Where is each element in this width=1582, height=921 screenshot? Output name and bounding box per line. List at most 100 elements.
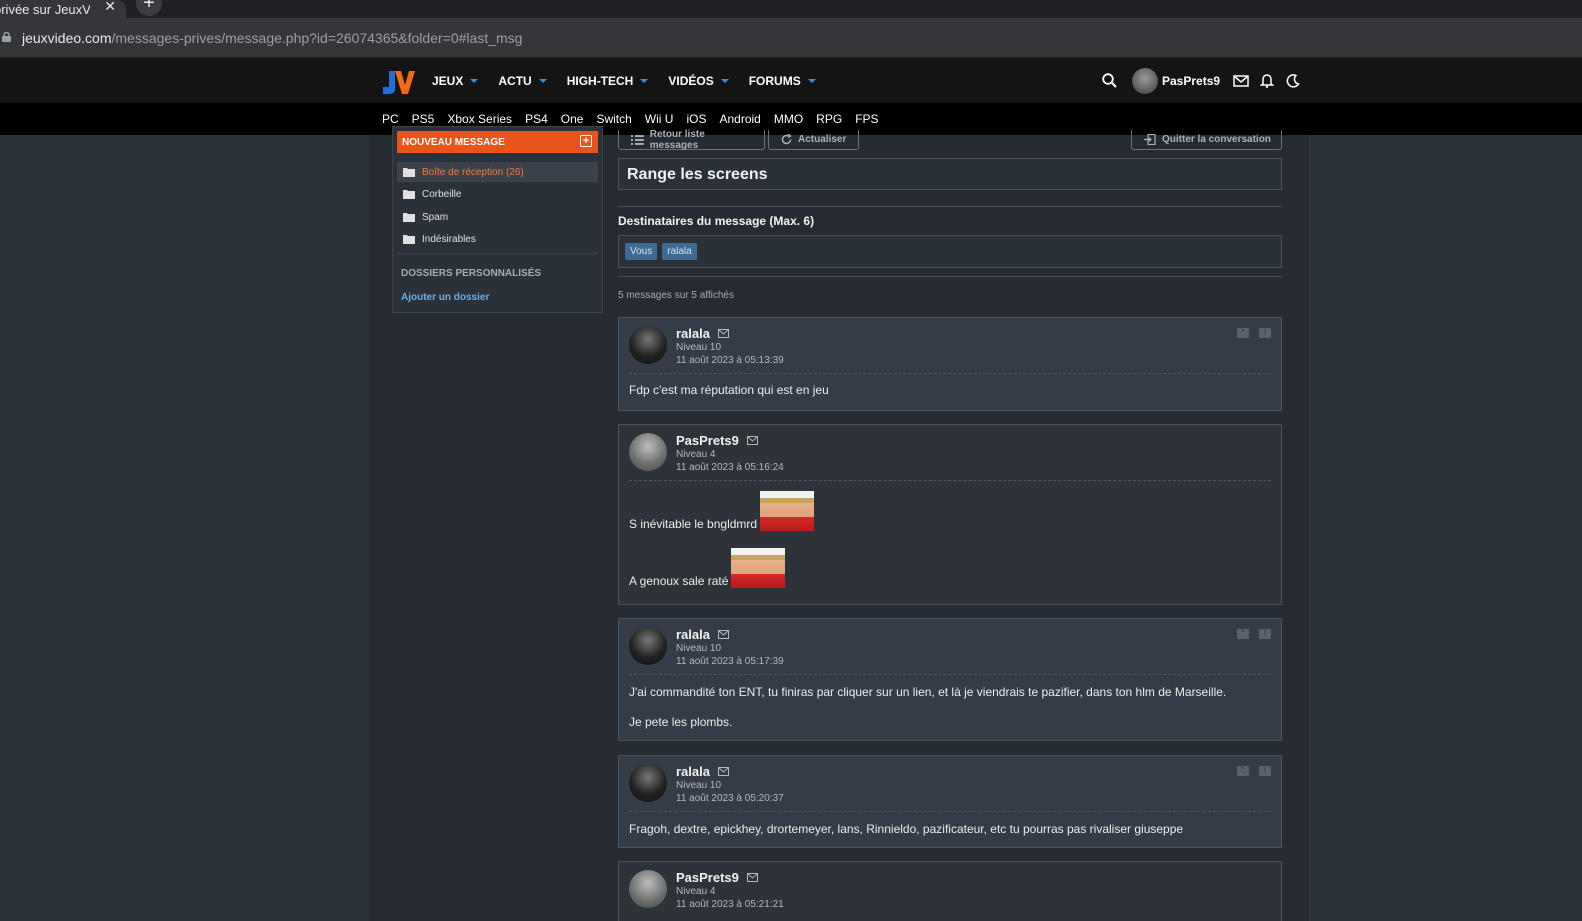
message-text: J'ai commandité ton ENT, tu finiras par …	[629, 685, 1227, 699]
menu-jeux[interactable]: JEUX	[432, 74, 479, 88]
menu-videos[interactable]: VIDÉOS	[668, 73, 729, 88]
recipient-chip[interactable]: ralala	[662, 243, 697, 260]
avatar[interactable]	[629, 326, 667, 364]
browser-tab[interactable]: privée sur JeuxVid ✕	[0, 0, 126, 18]
message-date: 11 août 2023 à 05:17:39	[676, 656, 784, 667]
message-text: Fragoh, dextre, epickhey, drortemeyer, l…	[629, 822, 1184, 836]
recipient-chip[interactable]: Vous	[625, 243, 658, 260]
divider	[629, 480, 1271, 481]
message-card: ralala Niveau 10 11 août 2023 à 05:20:37…	[618, 755, 1282, 848]
platform-one[interactable]: One	[561, 112, 584, 126]
mail-icon[interactable]	[1232, 72, 1250, 90]
message-text: Je pete les plombs.	[629, 715, 733, 729]
platform-android[interactable]: Android	[719, 112, 760, 126]
chevron-down-icon	[807, 78, 816, 83]
mail-icon[interactable]	[718, 767, 729, 776]
message-date: 11 août 2023 à 05:16:24	[676, 462, 784, 473]
quote-icon[interactable]: "	[1237, 629, 1249, 639]
refresh-label: Actualiser	[798, 134, 847, 145]
report-icon[interactable]: !	[1259, 629, 1271, 639]
menu-label: HIGH-TECH	[566, 73, 634, 88]
folder-icon	[403, 235, 415, 244]
divider	[618, 276, 1282, 277]
menu-forums[interactable]: FORUMS	[749, 74, 816, 88]
message-card: PasPrets9 Niveau 4 11 août 2023 à 05:21:…	[618, 861, 1282, 921]
platform-ios[interactable]: iOS	[686, 112, 706, 126]
mail-icon[interactable]	[718, 329, 729, 338]
avatar[interactable]	[629, 870, 667, 908]
report-icon[interactable]: !	[1259, 328, 1271, 338]
refresh-button[interactable]: Actualiser	[768, 130, 859, 150]
avatar[interactable]	[629, 433, 667, 471]
header-user-area: PasPrets9	[1100, 58, 1310, 103]
mail-icon[interactable]	[747, 436, 758, 445]
message-date: 11 août 2023 à 05:21:21	[676, 899, 784, 910]
chevron-down-icon	[640, 78, 649, 83]
message-line: S inévitable le bngldmrd	[629, 491, 815, 531]
folder-trash[interactable]: Corbeille	[397, 184, 598, 204]
platform-pc[interactable]: PC	[382, 112, 399, 126]
platform-ps4[interactable]: PS4	[525, 112, 548, 126]
avatar[interactable]	[1132, 67, 1158, 94]
menu-actu[interactable]: ACTU	[498, 74, 547, 88]
mp-sidebar: NOUVEAU MESSAGE + Boîte de réception (26…	[392, 126, 603, 313]
custom-folders-heading: DOSSIERS PERSONNALISÉS	[401, 268, 542, 279]
main-menu: JEUX ACTU HIGH-TECH VIDÉOS FORUMS	[432, 58, 836, 103]
refresh-icon	[781, 134, 792, 145]
quote-icon[interactable]: "	[1237, 766, 1249, 776]
folder-icon	[403, 190, 415, 199]
folder-unwanted[interactable]: Indésirables	[397, 229, 598, 249]
close-icon[interactable]: ✕	[104, 0, 116, 15]
avatar[interactable]	[629, 764, 667, 802]
message-author[interactable]: ralala	[676, 764, 710, 779]
folder-spam[interactable]: Spam	[397, 207, 598, 227]
avatar[interactable]	[629, 627, 667, 665]
message-level: Niveau 10	[676, 780, 722, 791]
message-author[interactable]: PasPrets9	[676, 433, 739, 448]
message-level: Niveau 10	[676, 643, 722, 654]
conversation-subject: Range les screens	[618, 158, 1282, 190]
quote-icon[interactable]: "	[1237, 328, 1249, 338]
add-folder-link[interactable]: Ajouter un dossier	[401, 292, 489, 303]
mail-icon[interactable]	[718, 630, 729, 639]
platform-rpg[interactable]: RPG	[816, 112, 842, 126]
mail-icon[interactable]	[747, 873, 758, 882]
new-tab-icon[interactable]: +	[136, 0, 162, 16]
message-author[interactable]: ralala	[676, 627, 710, 642]
header-username[interactable]: PasPrets9	[1162, 74, 1220, 88]
folder-label: Boîte de réception (26)	[422, 166, 524, 178]
back-to-list-button[interactable]: Retour liste messages	[618, 129, 765, 151]
tab-title: privée sur JeuxVid	[0, 1, 90, 17]
menu-high-tech[interactable]: HIGH-TECH	[567, 74, 649, 88]
search-icon[interactable]	[1100, 72, 1118, 90]
site-header: JEUX ACTU HIGH-TECH VIDÉOS FORUMS PasPre…	[0, 58, 1582, 103]
url-text[interactable]: jeuxvideo.com/messages-prives/message.ph…	[22, 30, 522, 46]
platform-wii-u[interactable]: Wii U	[645, 112, 674, 126]
message-text: S inévitable le bngldmrd	[629, 517, 758, 531]
message-text: Fdp c'est ma réputation qui est en jeu	[629, 383, 829, 397]
message-tools: "!	[1227, 766, 1271, 776]
platform-fps[interactable]: FPS	[855, 112, 878, 126]
message-count: 5 messages sur 5 affichés	[618, 290, 734, 301]
message-card: ralala Niveau 10 11 août 2023 à 05:13:39…	[618, 317, 1282, 411]
jv-logo-icon[interactable]	[379, 67, 415, 95]
leave-conversation-button[interactable]: Quitter la conversation	[1131, 130, 1282, 150]
address-bar[interactable]: jeuxvideo.com/messages-prives/message.ph…	[0, 18, 1582, 58]
platform-mmo[interactable]: MMO	[774, 112, 803, 126]
new-message-button[interactable]: NOUVEAU MESSAGE +	[397, 131, 598, 153]
divider	[629, 373, 1271, 374]
exit-icon	[1144, 134, 1156, 145]
platform-switch[interactable]: Switch	[596, 112, 631, 126]
message-card: ralala Niveau 10 11 août 2023 à 05:17:39…	[618, 618, 1282, 741]
platform-xbox-series[interactable]: Xbox Series	[447, 112, 512, 126]
platform-ps5[interactable]: PS5	[412, 112, 435, 126]
bell-icon[interactable]	[1258, 72, 1276, 90]
report-icon[interactable]: !	[1259, 766, 1271, 776]
message-author[interactable]: PasPrets9	[676, 870, 739, 885]
moon-icon[interactable]	[1284, 72, 1302, 90]
folder-inbox[interactable]: Boîte de réception (26)	[397, 162, 598, 182]
message-level: Niveau 10	[676, 342, 722, 353]
message-author[interactable]: ralala	[676, 326, 710, 341]
message-level: Niveau 4	[676, 449, 716, 460]
menu-label: VIDÉOS	[668, 73, 714, 88]
